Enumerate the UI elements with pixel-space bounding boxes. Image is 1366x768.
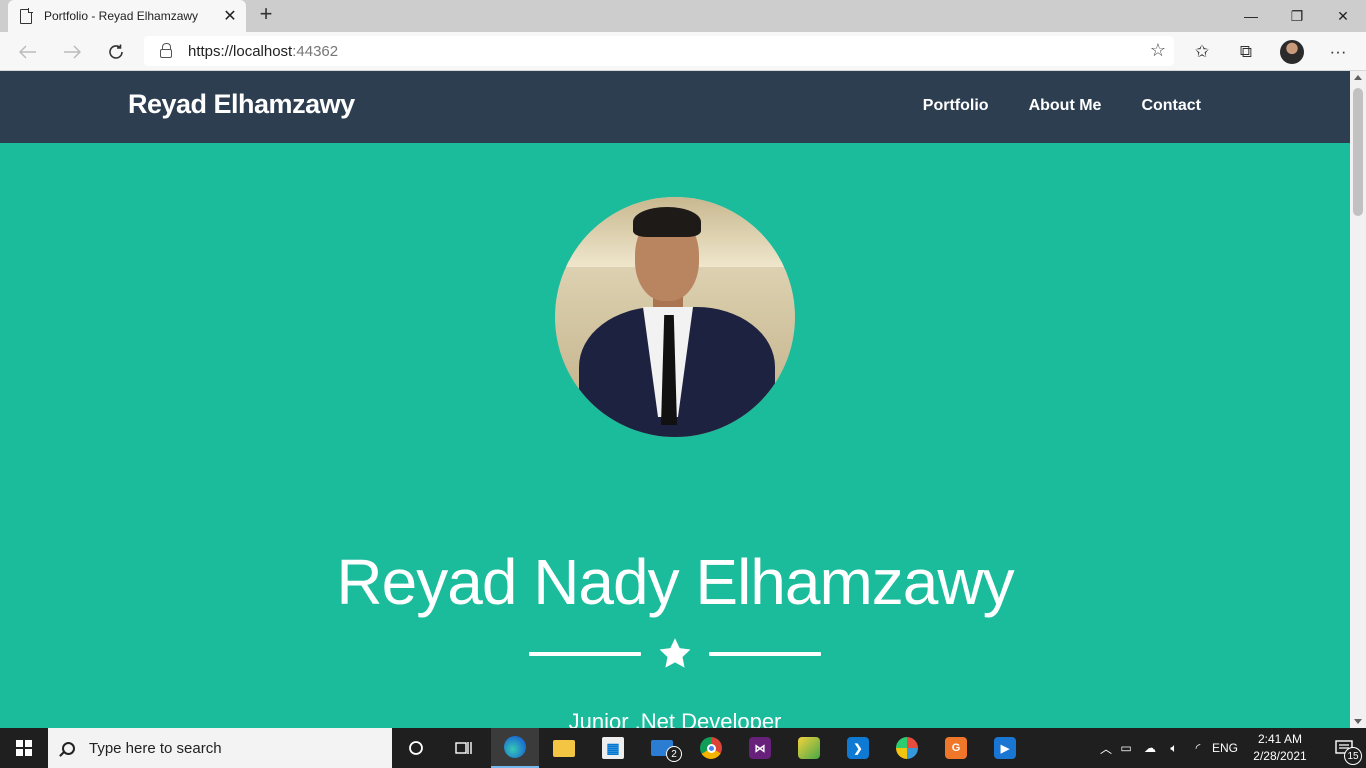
taskbar-paint[interactable] [883,728,931,768]
scroll-up-arrow-icon[interactable] [1354,75,1362,80]
hero-subtitle: Junior .Net Developer [568,709,782,728]
wifi-icon[interactable]: ◜ [1186,741,1210,755]
close-window-button[interactable]: ✕ [1320,0,1366,32]
taskbar-pdf-app[interactable]: G [932,728,980,768]
browser-toolbar: https://localhost:44362 ☆ ✩ ⧉ ··· [0,32,1366,71]
taskbar-store[interactable]: ▦ [589,728,637,768]
taskbar-visual-studio[interactable]: ⋈ [736,728,784,768]
task-view-button[interactable] [440,728,488,768]
minimize-button[interactable]: — [1228,0,1274,32]
search-placeholder: Type here to search [89,739,222,757]
url-text: https://localhost:44362 [188,42,339,60]
cortana-button[interactable] [392,728,440,768]
address-bar[interactable]: https://localhost:44362 ☆ [144,36,1174,66]
volume-icon[interactable]: 🔈︎ [1162,741,1186,756]
paint-icon [896,737,918,759]
vscode-icon: ❯ [847,737,869,759]
star-icon [659,638,691,668]
lock-icon [160,43,172,58]
taskbar-video-app[interactable]: ▶ [981,728,1029,768]
refresh-button[interactable] [100,36,132,68]
clock-time: 2:41 AM [1257,732,1303,746]
taskbar-app-tool[interactable] [785,728,833,768]
start-button[interactable] [0,728,48,768]
site-brand[interactable]: Reyad Elhamzawy [128,89,355,120]
tab-title: Portfolio - Reyad Elhamzawy [44,9,199,23]
refresh-icon [109,44,123,59]
edge-icon [504,736,526,758]
system-tray: ︿ ▭ ☁ 🔈︎ ◜ ENG [1098,728,1240,768]
add-favorite-icon[interactable]: ☆ [1150,40,1166,61]
video-app-icon: ▶ [994,737,1016,759]
clock-date: 2/28/2021 [1253,749,1307,763]
taskbar-search[interactable]: Type here to search [48,728,392,768]
browser-tab[interactable]: Portfolio - Reyad Elhamzawy ✕ [8,0,246,32]
scrollbar-thumb[interactable] [1353,88,1363,216]
taskbar-vscode[interactable]: ❯ [834,728,882,768]
nav-about-me[interactable]: About Me [1029,97,1102,115]
hero-name: Reyad Nady Elhamzawy [336,546,1014,618]
mail-badge: 2 [666,746,682,762]
collections-icon[interactable]: ⧉ [1230,36,1262,68]
new-tab-button[interactable]: + [254,3,278,27]
windows-taskbar: Type here to search ▦ 2 ⋈ ❯ G ▶ ︿ ▭ ☁ 🔈︎… [0,728,1366,768]
taskbar-mail[interactable]: 2 [638,728,686,768]
divider-line-left [529,652,641,656]
page-icon [20,8,33,24]
divider-line-right [709,652,821,656]
onedrive-icon[interactable]: ☁ [1138,741,1162,755]
site-navbar: Reyad Elhamzawy Portfolio About Me Conta… [0,71,1350,143]
site-nav-links: Portfolio About Me Contact [923,97,1201,115]
forward-arrow-icon [64,45,81,59]
hero-section: Reyad Nady Elhamzawy Junior .Net Develop… [0,143,1350,728]
language-indicator[interactable]: ENG [1210,741,1240,755]
forward-button[interactable] [56,36,88,68]
store-icon: ▦ [602,737,624,759]
battery-icon[interactable]: ▭ [1114,741,1138,755]
app-tool-icon [798,737,820,759]
scroll-down-arrow-icon[interactable] [1354,719,1362,724]
nav-contact[interactable]: Contact [1141,97,1201,115]
tab-close-button[interactable]: ✕ [218,6,242,26]
profile-photo [555,197,795,437]
taskbar-chrome[interactable] [687,728,735,768]
visual-studio-icon: ⋈ [749,737,771,759]
action-center-button[interactable]: 15 [1322,728,1366,768]
task-view-icon [455,742,472,754]
profile-avatar[interactable] [1280,40,1304,64]
restore-button[interactable]: ❐ [1274,0,1320,32]
more-menu-icon[interactable]: ··· [1322,36,1354,68]
taskbar-clock[interactable]: 2:41 AM 2/28/2021 [1244,731,1316,765]
show-hidden-icons-icon[interactable]: ︿ [1098,740,1114,757]
taskbar-file-explorer[interactable] [540,728,588,768]
back-arrow-icon [19,45,36,59]
folder-icon [553,739,575,757]
vertical-scrollbar[interactable] [1350,71,1366,728]
page-viewport: Reyad Elhamzawy Portfolio About Me Conta… [0,71,1350,728]
notification-count-badge: 15 [1344,747,1362,765]
taskbar-edge[interactable] [491,728,539,768]
pdf-app-icon: G [945,737,967,759]
nav-portfolio[interactable]: Portfolio [923,97,989,115]
cortana-icon [409,741,423,755]
favorites-icon[interactable]: ✩ [1186,36,1218,68]
search-icon [62,741,75,755]
browser-title-bar: Portfolio - Reyad Elhamzawy ✕ + — ❐ ✕ [0,0,1366,32]
chrome-icon [700,737,722,759]
windows-logo-icon [16,740,32,756]
back-button[interactable] [12,36,44,68]
